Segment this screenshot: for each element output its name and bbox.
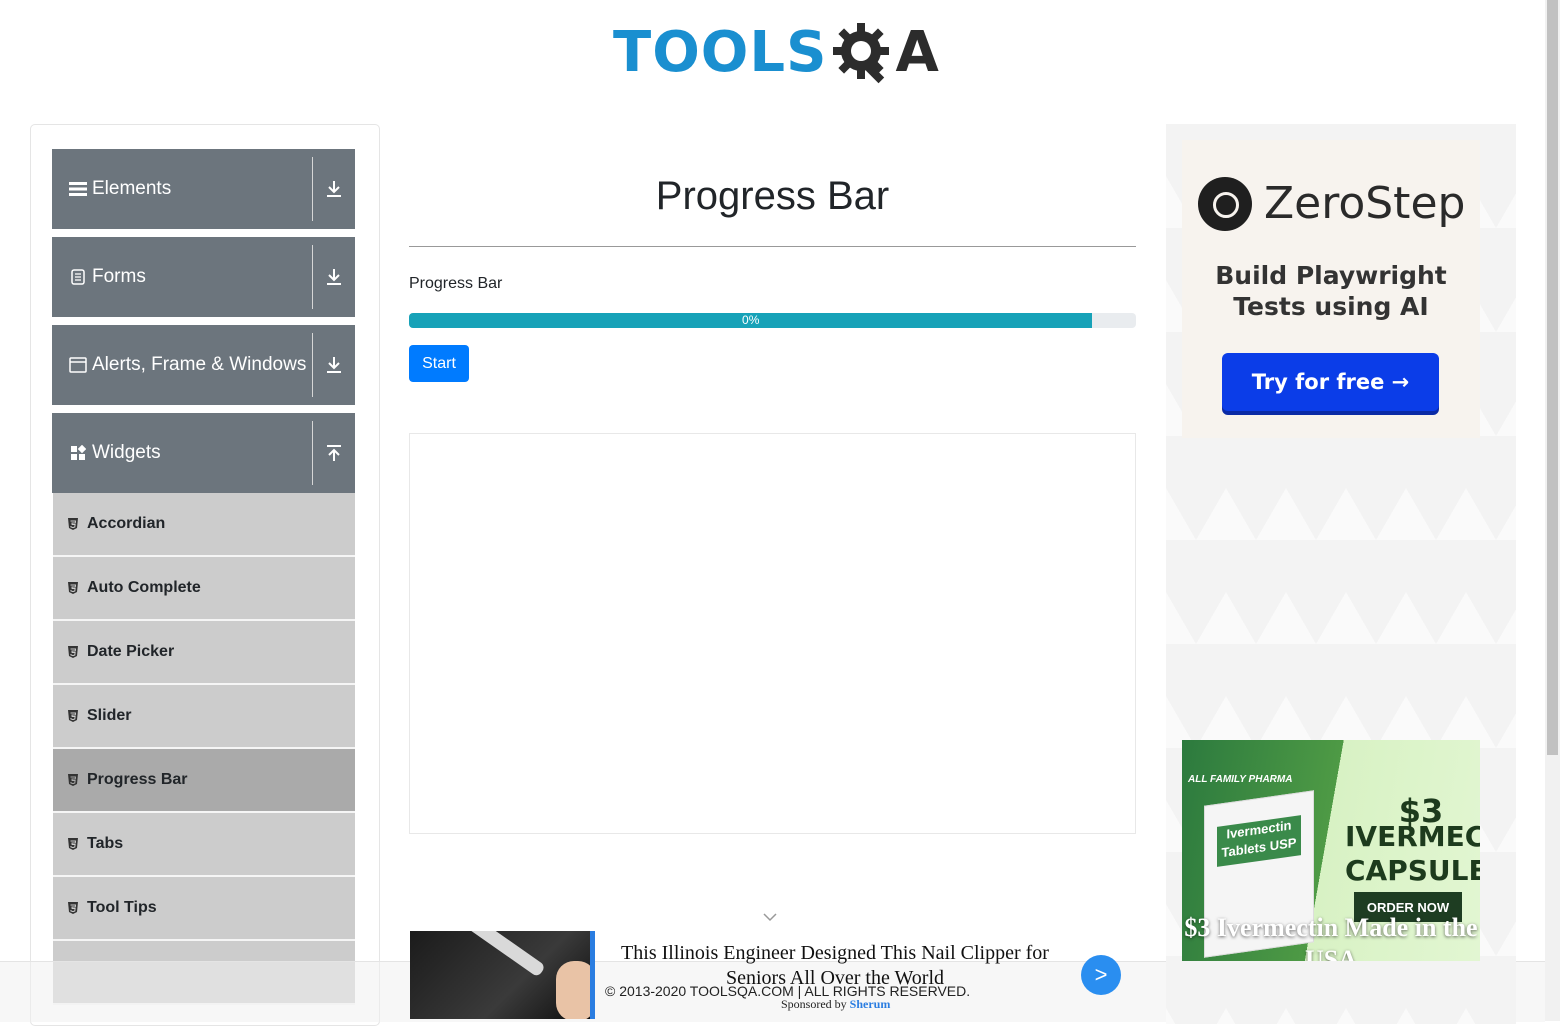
promo-next-button[interactable]: > (1081, 955, 1121, 995)
html5-icon (68, 582, 78, 594)
sponsored-by: Sponsored by Sherum (781, 997, 890, 1012)
divider (409, 246, 1136, 247)
sidebar-item-label: Accordian (87, 515, 166, 532)
collapse-up-icon[interactable] (313, 444, 355, 462)
sidebar-item-label: Slider (87, 707, 132, 724)
sidebar: Elements Forms Alerts, Frame & Windows W… (30, 124, 380, 1026)
sidebar-item-accordian[interactable]: Accordian (53, 493, 355, 557)
sidebar-item-tool-tips[interactable]: Tool Tips (53, 877, 355, 941)
chevron-down-icon[interactable] (763, 912, 777, 922)
start-button[interactable]: Start (409, 345, 469, 382)
gear-icon (833, 23, 890, 84)
sidebar-group-elements[interactable]: Elements (52, 149, 355, 229)
sponsor-link[interactable]: Sherum (850, 997, 891, 1011)
ad-frame (409, 433, 1136, 834)
expand-down-icon[interactable] (313, 268, 355, 286)
page-title: Progress Bar (655, 174, 890, 218)
progress-bar-label: Progress Bar (409, 275, 503, 292)
sponsored-promo[interactable]: This Illinois Engineer Designed This Nai… (410, 931, 1140, 1019)
expand-down-icon[interactable] (313, 356, 355, 374)
pharma-brand: ALL FAMILY PHARMA (1188, 774, 1293, 785)
html5-icon (68, 518, 78, 530)
html5-icon (68, 646, 78, 658)
sidebar-item-auto-complete[interactable]: Auto Complete (53, 557, 355, 621)
scrollbar-thumb[interactable] (1547, 0, 1558, 755)
sidebar-item-label: Progress Bar (87, 771, 188, 788)
html5-icon (68, 710, 78, 722)
zerostep-tagline: Build Playwright Tests using AI (1215, 261, 1447, 321)
sidebar-item-progress-bar[interactable]: Progress Bar (53, 749, 355, 813)
sidebar-item-label: Tabs (87, 835, 124, 852)
sidebar-item-tabs[interactable]: Tabs (53, 813, 355, 877)
sponsored-prefix: Sponsored by (781, 997, 850, 1011)
html5-icon (68, 902, 78, 914)
sidebar-group-label: Alerts, Frame & Windows (92, 354, 307, 375)
zerostep-logo-icon (1198, 177, 1252, 231)
toolsqa-logo[interactable]: TOOLS A (613, 14, 939, 92)
progress-bar-fill: 0% (409, 313, 1093, 328)
product-box-label: Ivermectin Tablets USP (1217, 815, 1301, 867)
sidebar-item-date-picker[interactable]: Date Picker (53, 621, 355, 685)
promo-image[interactable] (410, 931, 590, 1019)
sidebar-group-label: Elements (92, 178, 172, 199)
progress-bar: 0% (409, 313, 1136, 328)
page-scrollbar[interactable] (1545, 0, 1560, 1021)
expand-down-icon[interactable] (313, 180, 355, 198)
sidebar-item-slider[interactable]: Slider (53, 685, 355, 749)
html5-icon (68, 774, 78, 786)
hamburger-icon (69, 180, 87, 198)
sidebar-item-label: Date Picker (87, 643, 175, 660)
logo-text: TOOLS (613, 20, 828, 85)
ivermectin-ad[interactable]: ALL FAMILY PHARMA Ivermectin Tablets USP… (1182, 740, 1480, 961)
document-icon (69, 268, 87, 286)
sidebar-group-label: Forms (92, 266, 146, 287)
widgets-icon (69, 444, 87, 462)
sidebar-item-label: Tool Tips (87, 899, 157, 916)
sidebar-group-widgets[interactable]: Widgets (52, 413, 355, 493)
promo-image-hand (556, 961, 590, 1019)
try-for-free-button[interactable]: Try for free → (1222, 353, 1439, 411)
ad-overlay-text: $3 Ivermectin Made in the USA (1184, 913, 1478, 961)
sidebar-group-alerts[interactable]: Alerts, Frame & Windows (52, 325, 355, 405)
sidebar-group-forms[interactable]: Forms (52, 237, 355, 317)
ad-product-name: IVERMECTIN CAPSULES (1345, 820, 1480, 887)
logo-suffix: A (895, 20, 939, 85)
html5-icon (68, 838, 78, 850)
sidebar-group-label: Widgets (92, 442, 161, 463)
zerostep-ad[interactable]: ZeroStep Build Playwright Tests using AI… (1182, 140, 1480, 438)
sidebar-item-label: Auto Complete (87, 579, 201, 596)
promo-accent (590, 931, 595, 1019)
zerostep-name: ZeroStep (1264, 178, 1466, 229)
promo-image-tool (464, 931, 546, 978)
window-icon (69, 356, 87, 374)
